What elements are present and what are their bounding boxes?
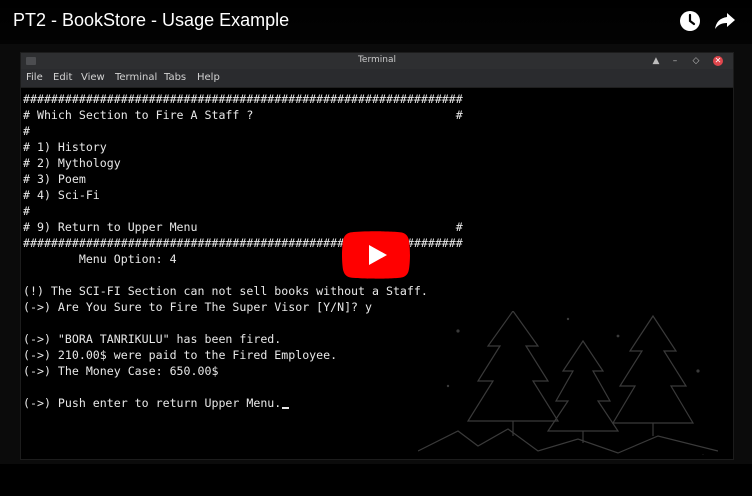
terminal-titlebar[interactable]: Terminal ▲ – ◇ ✕: [21, 53, 733, 69]
terminal-line: ########################################…: [23, 92, 463, 106]
youtube-play-icon[interactable]: [342, 231, 410, 279]
terminal-line: # Which Section to Fire A Staff ? #: [23, 108, 463, 122]
terminal-line: (->) Are You Sure to Fire The Super Viso…: [23, 300, 373, 314]
menu-edit[interactable]: Edit: [53, 72, 72, 83]
tree-wallpaper-graphic: [418, 311, 718, 455]
terminal-line: # 1) History: [23, 140, 107, 154]
terminal-line: # 3) Poem: [23, 172, 86, 186]
terminal-line: (->) "BORA TANRIKULU" has been fired.: [23, 332, 282, 346]
terminal-line: #: [23, 204, 30, 218]
video-title-bar: PT2 - BookStore - Usage Example: [0, 0, 752, 44]
menu-tabs[interactable]: Tabs: [164, 72, 186, 83]
minimize-icon[interactable]: –: [670, 56, 680, 66]
menu-file[interactable]: File: [26, 72, 43, 83]
close-icon[interactable]: ✕: [713, 56, 723, 66]
terminal-menubar: File Edit View Terminal Tabs Help: [21, 69, 733, 88]
terminal-line: (->) 210.00$ were paid to the Fired Empl…: [23, 348, 338, 362]
terminal-line: Menu Option: 4: [23, 252, 177, 266]
terminal-line: (!) The SCI-FI Section can not sell book…: [23, 284, 428, 298]
terminal-line: #: [23, 124, 30, 138]
terminal-prompt-line[interactable]: (->) Push enter to return Upper Menu.: [23, 395, 290, 411]
menu-help[interactable]: Help: [197, 72, 220, 83]
menu-view[interactable]: View: [81, 72, 105, 83]
menu-terminal[interactable]: Terminal: [115, 72, 157, 83]
text-cursor: [282, 407, 290, 409]
terminal-title: Terminal: [357, 55, 397, 65]
video-title[interactable]: PT2 - BookStore - Usage Example: [13, 10, 289, 31]
maximize-icon[interactable]: ◇: [691, 56, 701, 66]
up-arrow-icon[interactable]: ▲: [651, 56, 661, 66]
clock-icon[interactable]: [678, 9, 702, 33]
video-bottom-area: [0, 464, 752, 496]
terminal-prompt-text: (->) Push enter to return Upper Menu.: [23, 396, 282, 410]
terminal-line: # 2) Mythology: [23, 156, 121, 170]
share-arrow-icon[interactable]: [713, 9, 737, 33]
terminal-line: (->) The Money Case: 650.00$: [23, 364, 219, 378]
terminal-line: # 4) Sci-Fi: [23, 188, 100, 202]
